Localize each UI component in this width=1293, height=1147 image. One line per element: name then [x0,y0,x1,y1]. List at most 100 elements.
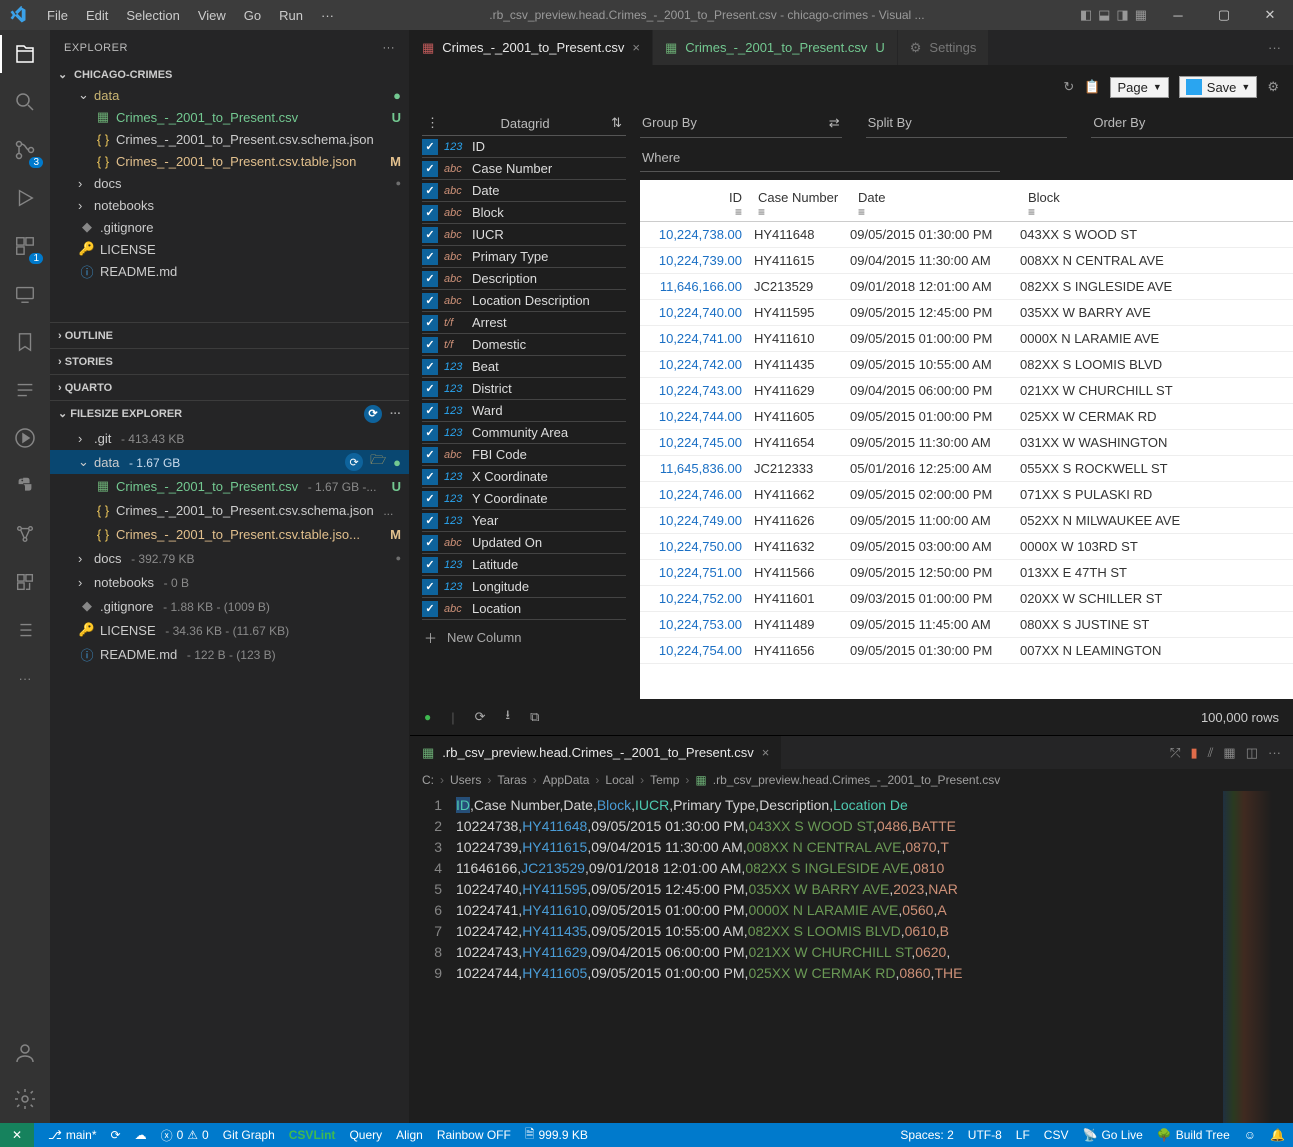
checkbox-icon[interactable]: ✓ [422,381,438,397]
table-view-icon[interactable]: ▦ [1223,745,1235,761]
checkbox-icon[interactable]: ✓ [422,579,438,595]
language-mode[interactable]: CSV [1044,1128,1069,1142]
folder-docs[interactable]: ›docs [50,172,409,194]
stories-section[interactable]: › STORIES [50,348,409,374]
reload-icon[interactable]: ↻ [1063,79,1074,95]
bell-icon[interactable]: 🔔 [1270,1128,1285,1142]
checkbox-icon[interactable]: ✓ [422,183,438,199]
checkbox-icon[interactable]: ✓ [422,359,438,375]
view-icon[interactable]: ⫽ [1208,745,1214,761]
table-row[interactable]: 10,224,738.00HY41164809/05/2015 01:30:00… [640,222,1293,248]
folder-notebooks[interactable]: ›notebooks [50,194,409,216]
activity-timeline-icon[interactable] [11,376,39,404]
folder-open-icon[interactable]: 🗁 [369,451,387,473]
column-toggle[interactable]: ✓123Ward [422,400,626,422]
tab-csv-raw[interactable]: ▦Crimes_-_2001_to_Present.csvU [653,30,898,65]
refresh-icon[interactable]: ⟳ [364,405,382,423]
checkbox-icon[interactable]: ✓ [422,535,438,551]
table-row[interactable]: 11,646,166.00JC21352909/01/2018 12:01:00… [640,274,1293,300]
column-toggle[interactable]: ✓123District [422,378,626,400]
column-toggle[interactable]: ✓abcPrimary Type [422,246,626,268]
code-editor[interactable]: 123456789 ID,Case Number,Date,Block,IUCR… [410,791,1293,1123]
new-column-button[interactable]: ＋New Column [422,620,626,655]
filesize-section[interactable]: ⌄ FILESIZE EXPLORER ⟳ ··· [50,400,409,426]
checkbox-icon[interactable]: ✓ [422,227,438,243]
checkbox-icon[interactable]: ✓ [422,249,438,265]
close-window-button[interactable]: ✕ [1247,0,1293,30]
fs-git[interactable]: ›.git - 413.43 KB [50,426,409,450]
cloud-icon[interactable]: ☁ [135,1128,147,1142]
checkbox-icon[interactable]: ✓ [422,315,438,331]
tab-csv-preview[interactable]: ▦Crimes_-_2001_to_Present.csv× [410,30,653,65]
clipboard-icon[interactable]: 📋 [1084,79,1100,95]
eol[interactable]: LF [1016,1128,1030,1142]
activity-explorer-icon[interactable] [11,40,39,68]
activity-extensions-icon[interactable]: 1 [11,232,39,260]
fs-docs[interactable]: ›docs - 392.79 KB [50,546,409,570]
column-toggle[interactable]: ✓123X Coordinate [422,466,626,488]
fs-readme[interactable]: ⓘREADME.md - 122 B - (123 B) [50,642,409,666]
table-row[interactable]: 10,224,752.00HY41160109/03/2015 01:00:00… [640,586,1293,612]
gear-icon[interactable]: ⚙ [1267,79,1279,95]
order-by-input[interactable]: Order By [1091,109,1293,138]
data-grid[interactable]: ID≡ Case Number≡ Date≡ Block≡ 10,224,738… [640,180,1293,699]
fs-table[interactable]: { }Crimes_-_2001_to_Present.csv.table.js… [50,522,409,546]
activity-overflow-icon[interactable]: ··· [11,664,39,692]
activity-list-icon[interactable] [11,616,39,644]
where-input[interactable]: Where [640,144,1000,172]
table-row[interactable]: 10,224,745.00HY41165409/05/2015 11:30:00… [640,430,1293,456]
activity-bookmarks-icon[interactable] [11,328,39,356]
folder-data[interactable]: ⌄data● [50,84,409,106]
file-schema-json[interactable]: { }Crimes_-_2001_to_Present.csv.schema.j… [50,128,409,150]
rainbow-btn[interactable]: Rainbow OFF [437,1128,511,1142]
checkbox-icon[interactable]: ✓ [422,403,438,419]
activity-puzzle-icon[interactable] [11,568,39,596]
column-toggle[interactable]: ✓abcFBI Code [422,444,626,466]
column-toggle[interactable]: ✓123Year [422,510,626,532]
column-toggle[interactable]: ✓123Y Coordinate [422,488,626,510]
activity-python-icon[interactable] [11,472,39,500]
problems[interactable]: ⓧ 0 ⚠ 0 [161,1127,209,1144]
layout-grid-icon[interactable]: ▦ [1135,7,1147,23]
column-toggle[interactable]: ✓123Longitude [422,576,626,598]
build-tree[interactable]: 🌳 Build Tree [1157,1128,1230,1142]
project-folder[interactable]: ⌄CHICAGO-CRIMES [50,65,409,84]
split-by-input[interactable]: Split By [866,109,1068,138]
outline-section[interactable]: › OUTLINE [50,322,409,348]
checkbox-icon[interactable]: ✓ [422,425,438,441]
checkbox-icon[interactable]: ✓ [422,447,438,463]
copy-icon[interactable]: ⧉ [530,709,539,725]
go-live[interactable]: 📡 Go Live [1082,1128,1142,1142]
layout-panel-bottom-icon[interactable]: ⬓ [1098,7,1110,23]
refresh-icon[interactable]: ⟳ [475,709,486,725]
fs-schema[interactable]: { }Crimes_-_2001_to_Present.csv.schema.j… [50,498,409,522]
file-readme[interactable]: ⓘREADME.md [50,260,409,282]
activity-graph-icon[interactable] [11,520,39,548]
activity-play-icon[interactable] [11,424,39,452]
column-toggle[interactable]: ✓123ID [422,136,626,158]
layout-sidebar-left-icon[interactable]: ◧ [1080,7,1092,23]
activity-remote-icon[interactable] [11,280,39,308]
menu-more[interactable]: ··· [313,4,342,27]
checkbox-icon[interactable]: ✓ [422,513,438,529]
checkbox-icon[interactable]: ✓ [422,271,438,287]
checkbox-icon[interactable]: ✓ [422,557,438,573]
tab-settings[interactable]: ⚙Settings [898,30,990,65]
column-toggle[interactable]: ✓abcLocation Description [422,290,626,312]
checkbox-icon[interactable]: ✓ [422,161,438,177]
column-toggle[interactable]: ✓abcBlock [422,202,626,224]
column-select-icon[interactable]: ▮ [1190,745,1197,761]
close-icon[interactable]: × [762,745,770,760]
layout-sidebar-right-icon[interactable]: ◨ [1116,7,1128,23]
checkbox-icon[interactable]: ✓ [422,205,438,221]
csvlint[interactable]: CSVLint [289,1128,336,1142]
split-right-icon[interactable]: ◫ [1246,745,1258,761]
explorer-more-icon[interactable]: ··· [383,42,396,54]
column-toggle[interactable]: ✓123Community Area [422,422,626,444]
checkbox-icon[interactable]: ✓ [422,337,438,353]
settings-gear-icon[interactable] [11,1085,39,1113]
table-row[interactable]: 10,224,751.00HY41156609/05/2015 12:50:00… [640,560,1293,586]
maximize-button[interactable]: ▢ [1201,0,1247,30]
activity-source-control-icon[interactable]: 3 [11,136,39,164]
swap-icon[interactable]: ⇄ [829,115,840,131]
